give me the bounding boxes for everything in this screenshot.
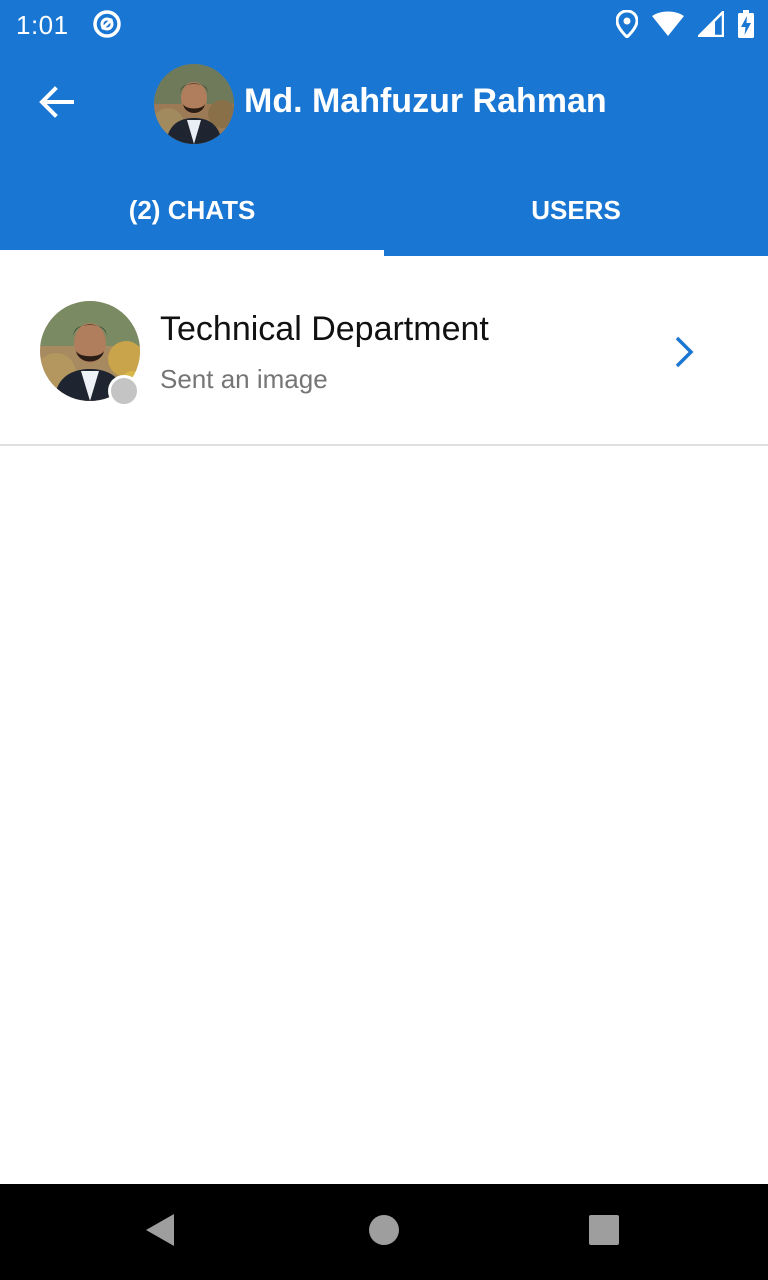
nav-home-icon	[368, 1214, 400, 1251]
back-button[interactable]	[28, 76, 84, 132]
tab-users-label: USERS	[531, 194, 621, 225]
chat-list: Technical Department Sent an image	[0, 256, 768, 446]
battery-charging-icon	[738, 10, 754, 38]
avatar	[40, 301, 140, 407]
header-avatar[interactable]	[154, 64, 234, 144]
presence-status-dot	[108, 375, 140, 407]
location-icon	[616, 10, 638, 38]
signal-icon	[698, 11, 724, 37]
header-user-name: Md. Mahfuzur Rahman	[244, 82, 607, 120]
nav-home-button[interactable]	[336, 1184, 432, 1280]
system-nav-bar	[0, 1184, 768, 1280]
tab-users[interactable]: USERS	[384, 172, 768, 256]
app-bar: Md. Mahfuzur Rahman (2) CHATS USERS	[0, 48, 768, 256]
nav-back-button[interactable]	[112, 1184, 208, 1280]
chat-last-message: Sent an image	[160, 364, 328, 394]
arrow-left-icon	[38, 84, 74, 125]
nav-recents-button[interactable]	[556, 1184, 652, 1280]
status-bar: 1:01	[0, 0, 768, 48]
list-item[interactable]: Technical Department Sent an image	[0, 256, 768, 446]
chat-title: Technical Department	[160, 310, 489, 348]
tab-chats[interactable]: (2) CHATS	[0, 172, 384, 256]
chevron-right-icon	[668, 334, 700, 370]
status-time: 1:01	[16, 10, 69, 40]
tab-chats-label: (2) CHATS	[128, 194, 256, 225]
nav-back-icon	[144, 1212, 176, 1253]
wifi-icon	[652, 11, 684, 37]
tab-bar: (2) CHATS USERS	[0, 172, 768, 256]
nav-recents-icon	[588, 1214, 620, 1251]
at-sign-icon	[92, 9, 122, 39]
